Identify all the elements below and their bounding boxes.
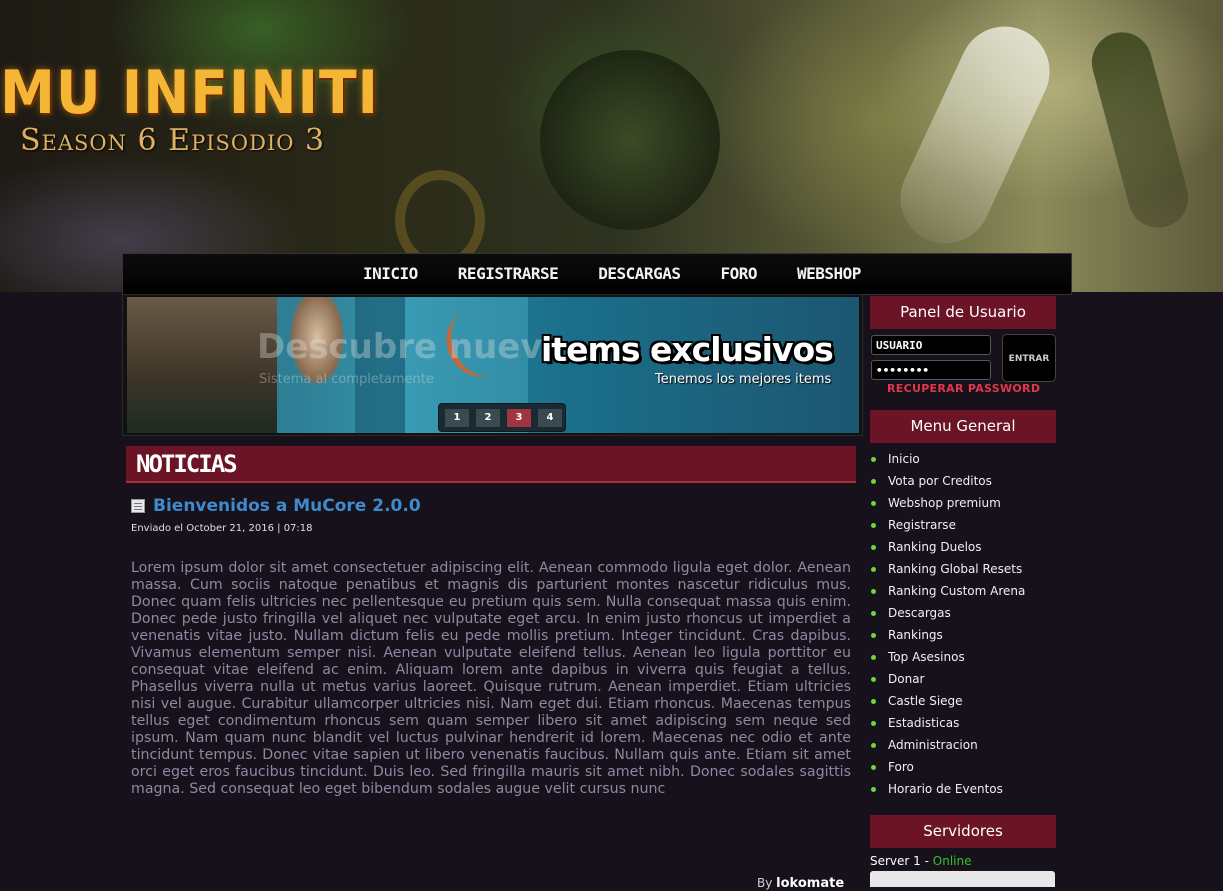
menu-item[interactable]: Top Asesinos xyxy=(870,646,1025,668)
bullet-icon xyxy=(871,544,876,550)
menu-item[interactable]: Donar xyxy=(870,668,1025,690)
slider-page-2[interactable]: 2 xyxy=(476,409,500,427)
bullet-icon xyxy=(871,786,876,792)
bullet-icon xyxy=(871,566,876,572)
bullet-icon xyxy=(871,500,876,506)
bullet-icon xyxy=(871,676,876,682)
bullet-icon xyxy=(871,610,876,616)
server-status-line: Server 1 - Online xyxy=(870,854,971,868)
servers-header: Servidores xyxy=(870,815,1056,848)
news-section-header: NOTICIAS xyxy=(126,446,856,483)
menu-item[interactable]: Administracion xyxy=(870,734,1025,756)
menu-item[interactable]: Ranking Global Resets xyxy=(870,558,1025,580)
menu-link-rankings[interactable]: Rankings xyxy=(888,628,943,642)
slider-page-1[interactable]: 1 xyxy=(445,409,469,427)
menu-item[interactable]: Registrarse xyxy=(870,514,1025,536)
recover-password-link[interactable]: RECUPERAR PASSWORD xyxy=(887,382,1040,395)
slide-previous-title: Descubre nuev xyxy=(257,327,543,367)
slide-subtitle: Tenemos los mejores items xyxy=(655,372,832,387)
menu-item[interactable]: Castle Siege xyxy=(870,690,1025,712)
menu-link-ranking-custom-arena[interactable]: Ranking Custom Arena xyxy=(888,584,1025,598)
slider-page-4[interactable]: 4 xyxy=(538,409,562,427)
document-icon xyxy=(131,499,145,513)
bullet-icon xyxy=(871,742,876,748)
slider-pagination: 1 2 3 4 xyxy=(438,403,566,432)
site-logo-title: MU INFINITI xyxy=(0,58,380,128)
menu-link-webshop-premium[interactable]: Webshop premium xyxy=(888,496,1001,510)
password-field[interactable] xyxy=(871,360,991,380)
menu-link-top-asesinos[interactable]: Top Asesinos xyxy=(888,650,965,664)
bullet-icon xyxy=(871,632,876,638)
menu-item[interactable]: Vota por Creditos xyxy=(870,470,1025,492)
menu-item[interactable]: Rankings xyxy=(870,624,1025,646)
menu-link-ranking-global-resets[interactable]: Ranking Global Resets xyxy=(888,562,1022,576)
bullet-icon xyxy=(871,588,876,594)
promo-slider[interactable]: Descubre nuev Sistema al completamente i… xyxy=(122,294,863,436)
nav-registrarse[interactable]: Registrarse xyxy=(458,264,559,283)
menu-link-donar[interactable]: Donar xyxy=(888,672,924,686)
menu-link-registrarse[interactable]: Registrarse xyxy=(888,518,956,532)
nav-foro[interactable]: Foro xyxy=(720,264,757,283)
menu-item[interactable]: Estadisticas xyxy=(870,712,1025,734)
menu-item[interactable]: Descargas xyxy=(870,602,1025,624)
banner-feather-art xyxy=(885,11,1065,259)
server-status: Online xyxy=(932,854,972,868)
menu-link-horario-eventos[interactable]: Horario de Eventos xyxy=(888,782,1003,796)
server-name: Server 1 - xyxy=(870,854,933,868)
menu-link-vota[interactable]: Vota por Creditos xyxy=(888,474,992,488)
bullet-icon xyxy=(871,654,876,660)
bullet-icon xyxy=(871,478,876,484)
slide-title: items exclusivos xyxy=(541,330,834,369)
menu-link-inicio[interactable]: Inicio xyxy=(888,452,920,466)
news-section-title: NOTICIAS xyxy=(136,450,238,478)
menu-link-administracion[interactable]: Administracion xyxy=(888,738,978,752)
menu-general-header: Menu General xyxy=(870,410,1056,443)
site-logo-subtitle: Season 6 Episodio 3 xyxy=(20,123,326,158)
nav-descargas[interactable]: Descargas xyxy=(598,264,681,283)
menu-item[interactable]: Ranking Custom Arena xyxy=(870,580,1025,602)
bullet-icon xyxy=(871,720,876,726)
user-panel-header: Panel de Usuario xyxy=(870,296,1056,329)
slide-image[interactable]: Descubre nuev Sistema al completamente i… xyxy=(127,297,859,433)
post-by-label: By xyxy=(757,876,773,890)
menu-link-estadisticas[interactable]: Estadisticas xyxy=(888,716,959,730)
menu-item[interactable]: Webshop premium xyxy=(870,492,1025,514)
menu-item[interactable]: Horario de Eventos xyxy=(870,778,1025,800)
slide-transition-strip xyxy=(127,297,277,433)
menu-item[interactable]: Inicio xyxy=(870,448,1025,470)
nav-inicio[interactable]: Inicio xyxy=(363,264,418,283)
post-author-line: By lokomate xyxy=(757,876,844,891)
menu-link-castle-siege[interactable]: Castle Siege xyxy=(888,694,963,708)
nav-webshop[interactable]: Webshop xyxy=(797,264,861,283)
login-button[interactable]: ENTRAR xyxy=(1002,334,1056,382)
main-navigation: Inicio Registrarse Descargas Foro Websho… xyxy=(122,253,1072,295)
bullet-icon xyxy=(871,522,876,528)
menu-link-descargas[interactable]: Descargas xyxy=(888,606,951,620)
banner-creature-art xyxy=(540,50,720,230)
post-meta: Enviado el October 21, 2016 | 07:18 xyxy=(131,523,313,534)
banner-wing-art xyxy=(1085,25,1195,235)
post-title[interactable]: Bienvenidos a MuCore 2.0.0 xyxy=(153,496,421,516)
bullet-icon xyxy=(871,456,876,462)
server-load-bar xyxy=(870,871,1055,887)
menu-item[interactable]: Ranking Duelos xyxy=(870,536,1025,558)
menu-link-ranking-duelos[interactable]: Ranking Duelos xyxy=(888,540,982,554)
slide-previous-subtitle: Sistema al completamente xyxy=(259,372,434,387)
post-author[interactable]: lokomate xyxy=(776,876,844,891)
bullet-icon xyxy=(871,764,876,770)
header-banner: MU INFINITI Season 6 Episodio 3 xyxy=(0,0,1223,292)
menu-item[interactable]: Foro xyxy=(870,756,1025,778)
bullet-icon xyxy=(871,698,876,704)
post-body: Lorem ipsum dolor sit amet consectetuer … xyxy=(131,560,851,797)
menu-general-list: Inicio Vota por Creditos Webshop premium… xyxy=(870,448,1025,800)
username-field[interactable] xyxy=(871,335,991,355)
menu-link-foro[interactable]: Foro xyxy=(888,760,914,774)
slider-page-3[interactable]: 3 xyxy=(507,409,531,427)
